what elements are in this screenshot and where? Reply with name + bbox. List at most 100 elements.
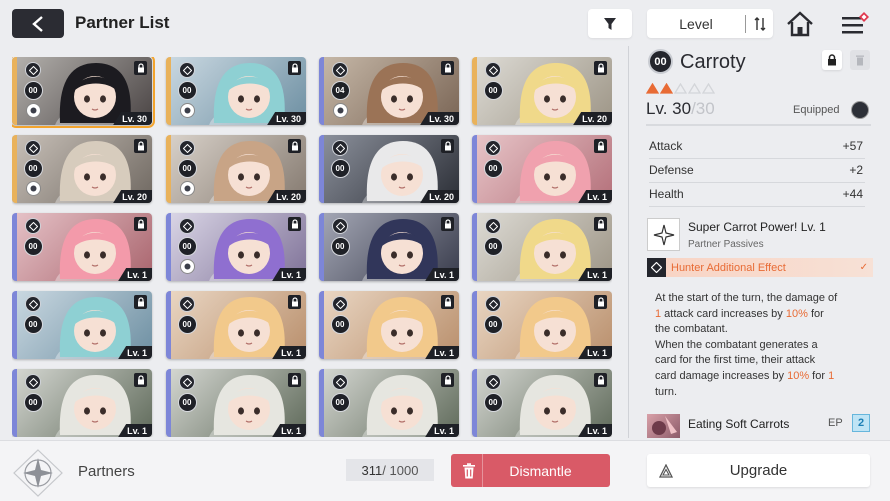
- stat-value: +44: [842, 187, 863, 201]
- rank-badge: 00: [330, 315, 350, 334]
- lock-icon: [134, 373, 147, 387]
- card-badges: 00: [177, 218, 197, 274]
- partner-card[interactable]: 00 Lv. 1: [12, 291, 152, 359]
- divider: [649, 158, 865, 159]
- partner-card[interactable]: 00 Lv. 20: [319, 135, 459, 203]
- lock-icon: [134, 217, 147, 231]
- back-button[interactable]: [12, 9, 64, 38]
- menu-icon: [842, 12, 869, 34]
- class-emblem-icon: [485, 140, 501, 156]
- sparkle-icon: [653, 224, 674, 245]
- passive-name: Super Carrot Power! Lv. 1: [688, 220, 826, 234]
- partner-card[interactable]: 00 Lv. 1: [12, 369, 152, 437]
- rank-badge: 00: [23, 315, 43, 334]
- desc-line: the combatant.: [655, 323, 728, 336]
- equipped-label: Equipped: [793, 104, 840, 116]
- lock-icon: [288, 295, 301, 309]
- star-filled-icon: [645, 81, 660, 99]
- equipped-hunter-avatar[interactable]: [851, 101, 869, 119]
- upgrade-button[interactable]: Upgrade: [647, 454, 870, 487]
- partner-card[interactable]: 00 Lv. 1: [472, 213, 612, 281]
- rarity-strip: [166, 213, 171, 281]
- class-emblem-icon: [332, 140, 348, 156]
- partner-card[interactable]: 00 Lv. 1: [319, 291, 459, 359]
- section-label: Partners: [78, 463, 135, 480]
- rarity-strip: [319, 291, 324, 359]
- rarity-strip: [472, 213, 477, 281]
- partner-card[interactable]: 00 Lv. 1: [472, 135, 612, 203]
- stat-value: +57: [842, 139, 863, 153]
- dismantle-button[interactable]: Dismantle: [451, 454, 610, 487]
- chevron-down-icon: ✓: [859, 262, 868, 273]
- passive-skill-icon[interactable]: [647, 218, 680, 251]
- card-badges: 00: [483, 374, 503, 412]
- divider: [646, 124, 871, 126]
- lock-icon: [441, 139, 454, 153]
- partner-card[interactable]: 00 Lv. 1: [166, 213, 306, 281]
- sort-dropdown[interactable]: Level: [647, 9, 773, 38]
- lock-button[interactable]: [822, 50, 842, 70]
- partner-count: 311 / 1000: [346, 459, 434, 481]
- partner-card[interactable]: 00 Lv. 1: [319, 369, 459, 437]
- equipped-hunter-icon: [179, 259, 195, 274]
- card-badges: 00: [177, 374, 197, 412]
- partner-card[interactable]: 00 Lv. 1: [12, 213, 152, 281]
- episode-thumbnail[interactable]: [647, 414, 680, 438]
- home-icon[interactable]: [786, 11, 814, 37]
- partner-card[interactable]: 00 Lv. 1: [166, 291, 306, 359]
- rank-badge: 00: [483, 159, 503, 178]
- partner-card[interactable]: 00 Lv. 1: [166, 369, 306, 437]
- equipped-hunter-icon: [332, 103, 348, 118]
- partner-card[interactable]: 00 Lv. 30: [166, 57, 306, 125]
- stat-value: +2: [849, 163, 863, 177]
- upgrade-label: Upgrade: [729, 462, 788, 479]
- partner-card[interactable]: 00 Lv. 20: [472, 57, 612, 125]
- partner-card[interactable]: 00 Lv. 1: [472, 369, 612, 437]
- rarity-strip: [12, 213, 17, 281]
- partner-card[interactable]: 04 Lv. 30: [319, 57, 459, 125]
- lock-icon: [288, 217, 301, 231]
- stat-defense: Defense +2: [649, 163, 863, 177]
- lock-icon: [288, 373, 301, 387]
- menu-button[interactable]: [839, 11, 871, 37]
- rarity-strip: [319, 369, 324, 437]
- equipped-hunter-icon: [179, 103, 195, 118]
- trash-icon: [455, 454, 483, 487]
- star-empty-icon: [701, 81, 716, 99]
- rank-badge: 00: [177, 393, 197, 412]
- sort-order-icon: [754, 16, 765, 31]
- rarity-strip: [12, 369, 17, 437]
- rank-badge: 00: [483, 315, 503, 334]
- partner-card[interactable]: 00 Lv. 20: [12, 135, 152, 203]
- rank-badge: 00: [330, 159, 350, 178]
- class-emblem-icon: [485, 218, 501, 234]
- partner-card[interactable]: 00 Lv. 20: [166, 135, 306, 203]
- card-badges: 00: [330, 374, 350, 412]
- rank-badge: 00: [177, 81, 197, 100]
- rarity-strip: [166, 369, 171, 437]
- rank-badge: 00: [177, 237, 197, 256]
- rarity-strip: [319, 57, 324, 125]
- trash-button[interactable]: [850, 50, 870, 70]
- hunter-effect-toggle[interactable]: Hunter Additional Effect ✓: [647, 258, 873, 277]
- rank-badge: 00: [23, 393, 43, 412]
- count-current: 311: [361, 462, 383, 478]
- desc-line: When the combatant generates a: [655, 338, 818, 351]
- class-emblem-icon: [332, 374, 348, 390]
- upgrade-icon: [651, 463, 681, 478]
- partner-card[interactable]: 00 Lv. 1: [319, 213, 459, 281]
- star-empty-icon: [687, 81, 702, 99]
- filter-icon: [604, 17, 616, 30]
- partner-card[interactable]: 00 Lv. 30: [12, 57, 155, 128]
- sort-order-button[interactable]: [746, 16, 773, 31]
- lock-icon: [288, 61, 301, 75]
- class-emblem-icon: [332, 296, 348, 312]
- level-current: Lv. 30: [646, 99, 692, 118]
- partner-card[interactable]: 00 Lv. 1: [472, 291, 612, 359]
- lock-icon: [441, 295, 454, 309]
- filter-button[interactable]: [588, 9, 632, 38]
- lock-icon: [134, 295, 147, 309]
- stat-label: Health: [649, 187, 684, 201]
- card-badges: 00: [23, 296, 43, 334]
- rarity-strip: [166, 291, 171, 359]
